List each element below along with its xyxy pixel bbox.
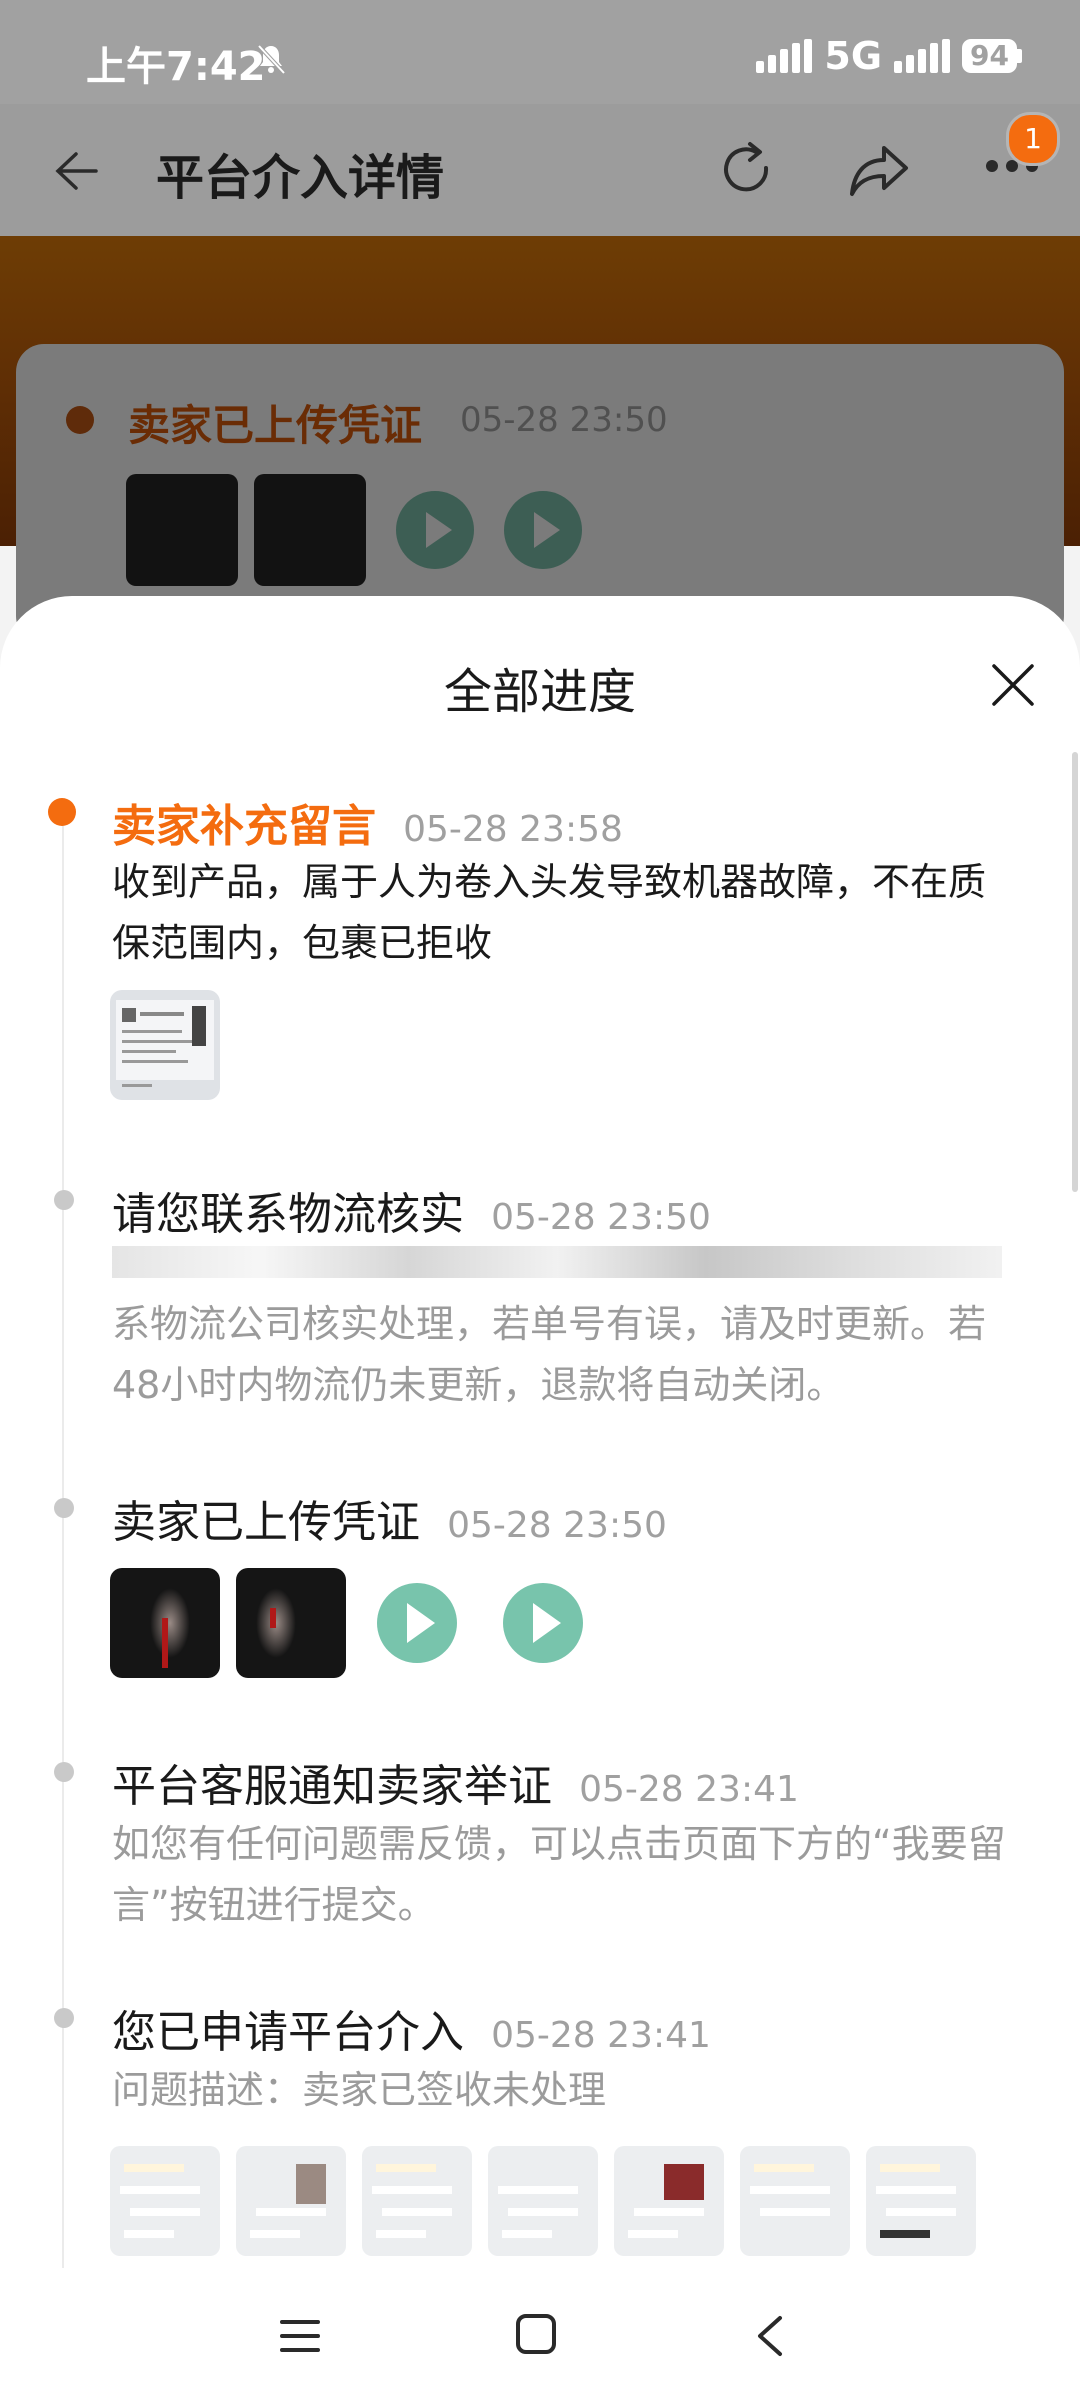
redacted-text <box>112 1246 1002 1278</box>
background-card-time: 05-28 23:50 <box>460 400 668 440</box>
back-arrow-icon[interactable] <box>50 146 100 200</box>
refresh-icon[interactable] <box>716 138 780 206</box>
timeline-item-desc: 如您有任何问题需反馈，可以点击页面下方的“我要留言”按钮进行提交。 <box>112 1822 1006 1927</box>
timeline-dot <box>54 2008 74 2028</box>
background-card-title: 卖家已上传凭证 <box>128 401 423 450</box>
timeline-item-desc: 系物流公司核实处理，若单号有误，请及时更新。若48小时内物流仍未更新，退款将自动… <box>112 1302 987 1407</box>
chat-screenshot-thumbnail[interactable] <box>110 2146 220 2256</box>
nav-back-icon[interactable] <box>752 2312 788 2364</box>
timeline-dot-active <box>48 798 76 826</box>
share-icon[interactable] <box>846 140 912 204</box>
timeline-item-title: 平台客服通知卖家举证 <box>112 1761 552 1812</box>
timeline-item-time: 05-28 23:41 <box>579 1769 799 1810</box>
play-icon <box>504 491 582 569</box>
chat-screenshot-thumbnail[interactable] <box>740 2146 850 2256</box>
play-video-icon[interactable] <box>377 1583 457 1663</box>
timeline-dot <box>54 1498 74 1518</box>
receipt-image[interactable] <box>110 990 220 1100</box>
play-icon <box>396 491 474 569</box>
evidence-thumbnail[interactable] <box>110 1568 220 1678</box>
timeline-item-time: 05-28 23:41 <box>491 2015 711 2056</box>
timeline-item-title: 请您联系物流核实 <box>112 1189 464 1240</box>
chat-screenshot-thumbnail[interactable] <box>236 2146 346 2256</box>
status-time: 上午7:42 <box>86 44 266 90</box>
timeline-dot <box>54 1190 74 1210</box>
network-type: 5G <box>824 34 883 78</box>
mute-icon <box>254 42 288 80</box>
evidence-thumbnail <box>126 474 238 586</box>
timeline-item-time: 05-28 23:50 <box>447 1505 667 1546</box>
page-title: 平台介入详情 <box>156 150 445 206</box>
timeline-item-desc: 问题描述：卖家已签收未处理 <box>112 2068 607 2112</box>
timeline-item-title: 您已申请平台介入 <box>112 2007 464 2058</box>
timeline-dot <box>54 1762 74 1782</box>
timeline-item-title: 卖家已上传凭证 <box>112 1497 420 1548</box>
app-header: 平台介入详情 1 <box>0 104 1080 236</box>
evidence-thumbnail[interactable] <box>236 1568 346 1678</box>
home-icon[interactable] <box>514 2312 558 2360</box>
play-video-icon[interactable] <box>503 1583 583 1663</box>
chat-screenshot-thumbnail[interactable] <box>614 2146 724 2256</box>
scrollbar[interactable] <box>1072 752 1078 1192</box>
progress-sheet: 全部进度 卖家补充留言 05-28 23:58 收到产品，属于人为卷入头发导致机… <box>0 596 1080 2268</box>
chat-screenshot-thumbnail[interactable] <box>362 2146 472 2256</box>
evidence-thumbnail <box>254 474 366 586</box>
recent-apps-icon[interactable] <box>278 2316 322 2360</box>
system-nav-bar <box>0 2268 1080 2400</box>
status-bar: 上午7:42 5G 94 <box>0 0 1080 104</box>
battery-icon: 94 <box>962 39 1022 73</box>
timeline-dot <box>66 406 94 434</box>
close-icon[interactable] <box>990 662 1036 712</box>
chat-screenshot-thumbnail[interactable] <box>866 2146 976 2256</box>
timeline-line <box>62 816 64 2268</box>
chat-screenshot-thumbnail[interactable] <box>488 2146 598 2256</box>
timeline-item-time: 05-28 23:50 <box>491 1197 711 1238</box>
notification-badge: 1 <box>1006 112 1060 166</box>
timeline-item-desc: 收到产品，属于人为卷入头发导致机器故障，不在质保范围内，包裹已拒收 <box>112 860 987 965</box>
signal-icon <box>756 39 813 73</box>
timeline-item-title: 卖家补充留言 <box>112 801 376 852</box>
timeline-item-time: 05-28 23:58 <box>403 809 623 850</box>
battery-level: 94 <box>962 39 1017 73</box>
signal-icon-2 <box>894 39 951 73</box>
sheet-title: 全部进度 <box>443 664 636 720</box>
